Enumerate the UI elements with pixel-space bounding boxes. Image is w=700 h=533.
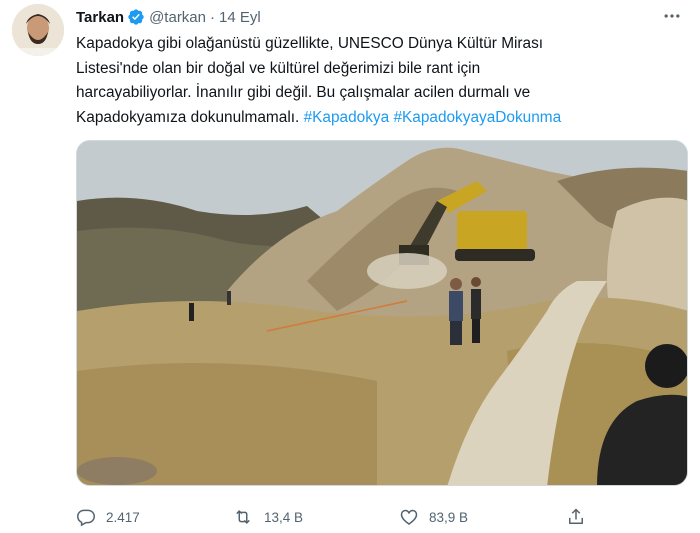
author-handle[interactable]: @tarkan xyxy=(149,9,206,26)
video-thumbnail xyxy=(77,141,687,485)
reply-button[interactable]: 2.417 xyxy=(76,504,140,530)
separator-dot: · xyxy=(210,8,215,26)
like-button[interactable]: 83,9 B xyxy=(399,504,468,530)
tweet-text-fragment: Kapadokyamıza dokunulmamalı. xyxy=(76,108,300,126)
avatar[interactable] xyxy=(12,4,64,56)
hashtag-link[interactable]: #KapadokyayaDokunma xyxy=(393,109,561,126)
verified-badge-icon xyxy=(127,8,145,26)
tweet-text-line: harcayabiliyorlar. İnanılır gibi değil. … xyxy=(76,84,531,101)
reply-count: 2.417 xyxy=(106,509,140,525)
tweet-header: Tarkan @tarkan · 14 Eyl xyxy=(76,6,261,28)
tweet-actions: 2.417 13,4 B 83,9 B xyxy=(76,504,688,530)
share-icon xyxy=(569,508,583,524)
retweet-button[interactable]: 13,4 B xyxy=(232,504,303,530)
tweet-media-video[interactable] xyxy=(76,140,688,486)
retweet-icon xyxy=(236,510,250,524)
like-count: 83,9 B xyxy=(429,509,469,525)
tweet-text-line-last: Kapadokyamıza dokunulmamalı. #Kapadokya … xyxy=(76,106,676,131)
avatar-image xyxy=(12,4,64,56)
tweet-text-line: Kapadokya gibi olağanüstü güzellikte, UN… xyxy=(76,35,544,52)
reply-icon xyxy=(76,509,96,527)
hashtag-link[interactable]: #Kapadokya xyxy=(304,109,390,126)
tweet-text: Kapadokya gibi olağanüstü güzellikte, UN… xyxy=(76,32,676,130)
author-name[interactable]: Tarkan xyxy=(76,9,124,26)
more-options-button[interactable] xyxy=(660,6,684,26)
share-button[interactable] xyxy=(566,504,586,530)
heart-icon xyxy=(400,509,418,526)
retweet-count: 13,4 B xyxy=(264,509,304,525)
tweet-date[interactable]: 14 Eyl xyxy=(219,9,261,26)
tweet-text-line: Listesi'nde olan bir doğal ve kültürel d… xyxy=(76,59,481,77)
more-horizontal-icon xyxy=(664,14,680,18)
tweet: Tarkan @tarkan · 14 Eyl Kapadokya gibi o… xyxy=(0,0,700,533)
